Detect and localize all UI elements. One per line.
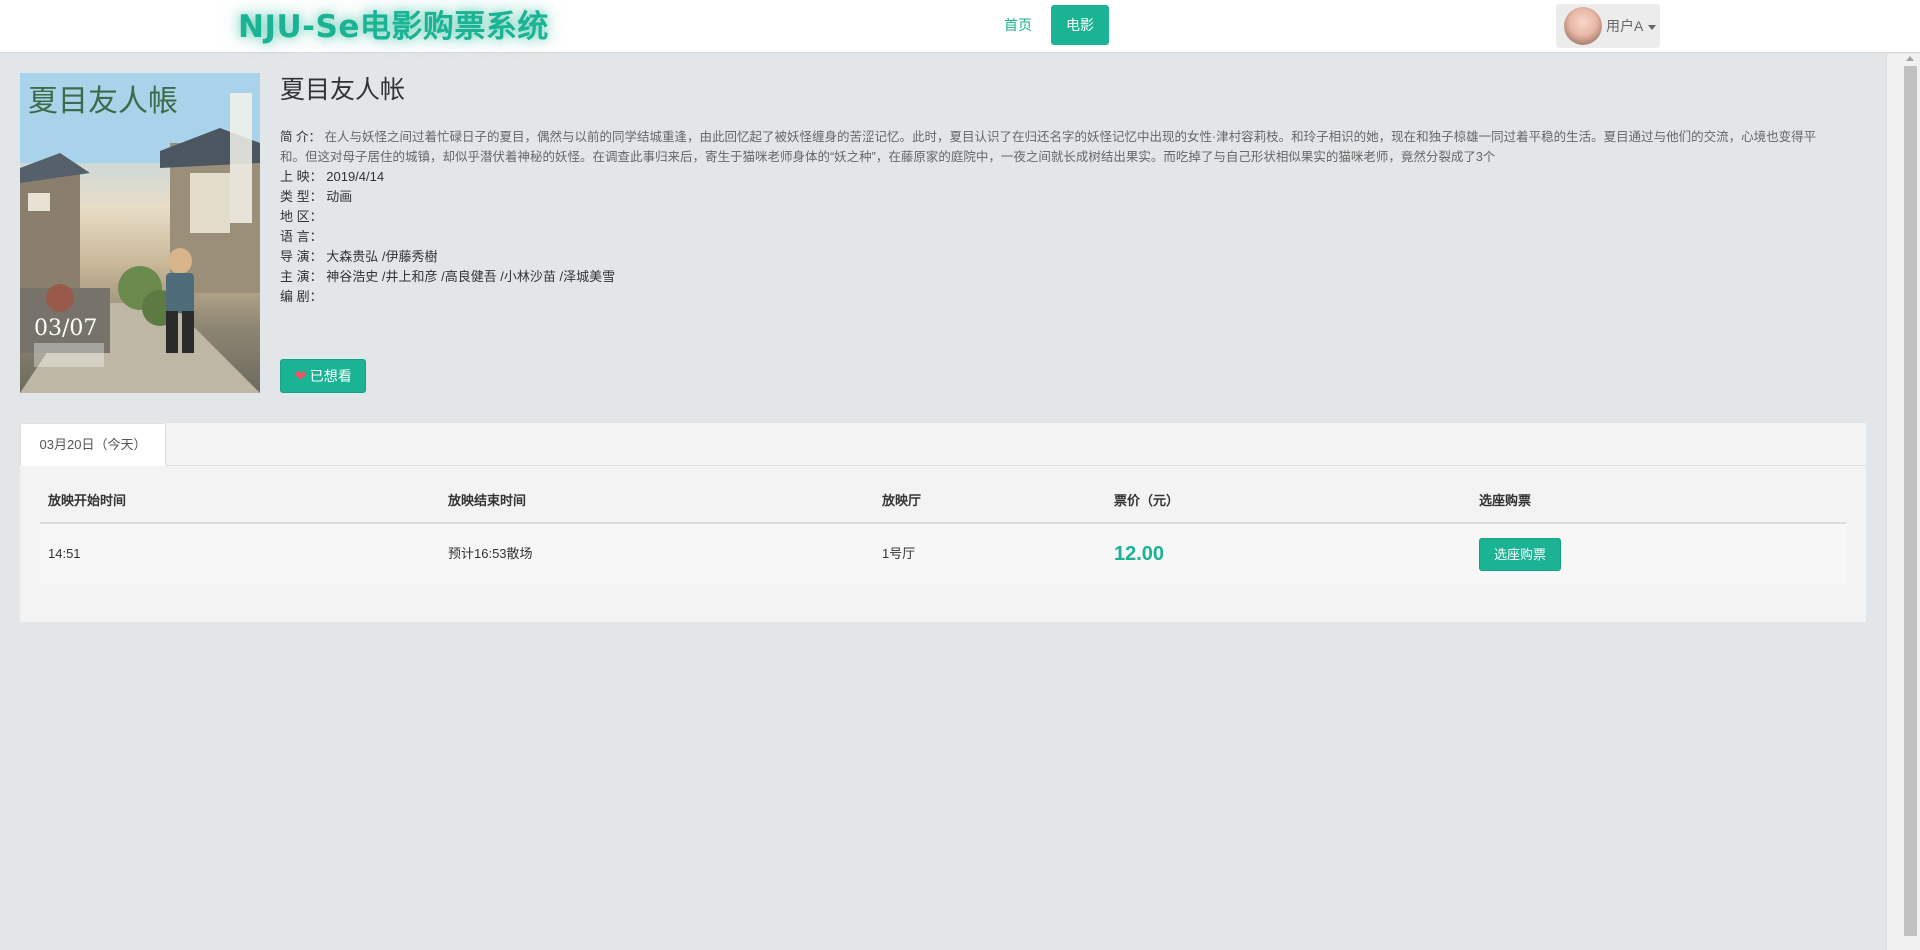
cast-label: 主 演： xyxy=(280,269,323,284)
caret-down-icon xyxy=(1648,25,1656,30)
avatar xyxy=(1564,7,1602,45)
date-tabs: 03月20日（今天） xyxy=(20,423,1866,466)
select-seat-button[interactable]: 选座购票 xyxy=(1479,538,1561,571)
col-hall: 放映厅 xyxy=(882,493,922,508)
release-value: 2019/4/14 xyxy=(326,169,385,184)
tab-today[interactable]: 03月20日（今天） xyxy=(20,423,166,466)
director-label: 导 演： xyxy=(280,249,323,264)
want-button-label: 已想看 xyxy=(309,368,352,384)
writer-row: 编 剧： xyxy=(280,287,323,307)
language-label: 语 言： xyxy=(280,229,323,244)
language-row: 语 言： xyxy=(280,227,323,247)
movie-title: 夏目友人帐 xyxy=(280,76,406,104)
director-value: 大森贵弘 /伊藤秀樹 xyxy=(326,249,438,264)
page-scrollbar[interactable] xyxy=(1886,54,1920,950)
poster-artwork: 夏目友人帳 03/07 xyxy=(20,73,260,393)
poster-title: 夏目友人帳 xyxy=(28,84,178,119)
want-to-watch-button[interactable]: ❤ 已想看 xyxy=(280,359,366,393)
heart-icon: ❤ xyxy=(294,368,307,385)
ticket-price: 12.00 xyxy=(1114,543,1165,565)
table-row: 14:51 预计16:53散场 1号厅 12.00 选座购票 xyxy=(40,524,1846,584)
col-start-time: 放映开始时间 xyxy=(48,493,127,508)
schedule-panel: 03月20日（今天） 放映开始时间 放映结束时间 放映厅 票价（元） 选座购票 … xyxy=(20,423,1866,622)
region-row: 地 区： xyxy=(280,207,323,227)
desc-text: 在人与妖怪之间过着忙碌日子的夏目，偶然与以前的同学结城重逢，由此回忆起了被妖怪缠… xyxy=(280,130,1817,164)
col-price: 票价（元） xyxy=(1114,493,1180,508)
schedule-table-header: 放映开始时间 放映结束时间 放映厅 票价（元） 选座购票 xyxy=(40,486,1846,524)
cast-row: 主 演： 神谷浩史 /井上和彦 /高良健吾 /小林沙苗 /泽城美雪 xyxy=(280,267,615,287)
scroll-up-icon[interactable] xyxy=(1906,56,1914,61)
poster-date: 03/07 xyxy=(34,316,97,341)
release-label: 上 映： xyxy=(280,169,323,184)
col-end-time: 放映结束时间 xyxy=(448,493,527,508)
start-time: 14:51 xyxy=(48,546,81,561)
type-label: 类 型： xyxy=(280,189,323,204)
hall-name: 1号厅 xyxy=(882,546,916,561)
scrollbar-thumb[interactable] xyxy=(1904,66,1917,936)
movie-poster: 夏目友人帳 03/07 xyxy=(20,73,260,393)
region-label: 地 区： xyxy=(280,209,323,224)
nav-home-link[interactable]: 首页 xyxy=(1004,13,1032,37)
type-value: 动画 xyxy=(326,189,353,204)
top-navbar: NJU-Se电影购票系统 首页 电影 用户A xyxy=(0,0,1920,53)
type-row: 类 型： 动画 xyxy=(280,187,352,207)
cast-value: 神谷浩史 /井上和彦 /高良健吾 /小林沙苗 /泽城美雪 xyxy=(326,269,616,284)
movie-description: 简 介： 在人与妖怪之间过着忙碌日子的夏目，偶然与以前的同学结城重逢，由此回忆起… xyxy=(280,127,1840,167)
user-menu[interactable]: 用户A xyxy=(1556,4,1660,48)
release-row: 上 映： 2019/4/14 xyxy=(280,167,384,187)
director-row: 导 演： 大森贵弘 /伊藤秀樹 xyxy=(280,247,437,267)
user-name: 用户A xyxy=(1606,18,1644,34)
desc-label: 简 介： xyxy=(280,130,321,144)
writer-label: 编 剧： xyxy=(280,289,323,304)
nav-movie-link[interactable]: 电影 xyxy=(1051,5,1109,45)
col-buy: 选座购票 xyxy=(1479,493,1532,508)
site-logo[interactable]: NJU-Se电影购票系统 xyxy=(238,6,578,48)
end-time: 预计16:53散场 xyxy=(448,546,533,561)
